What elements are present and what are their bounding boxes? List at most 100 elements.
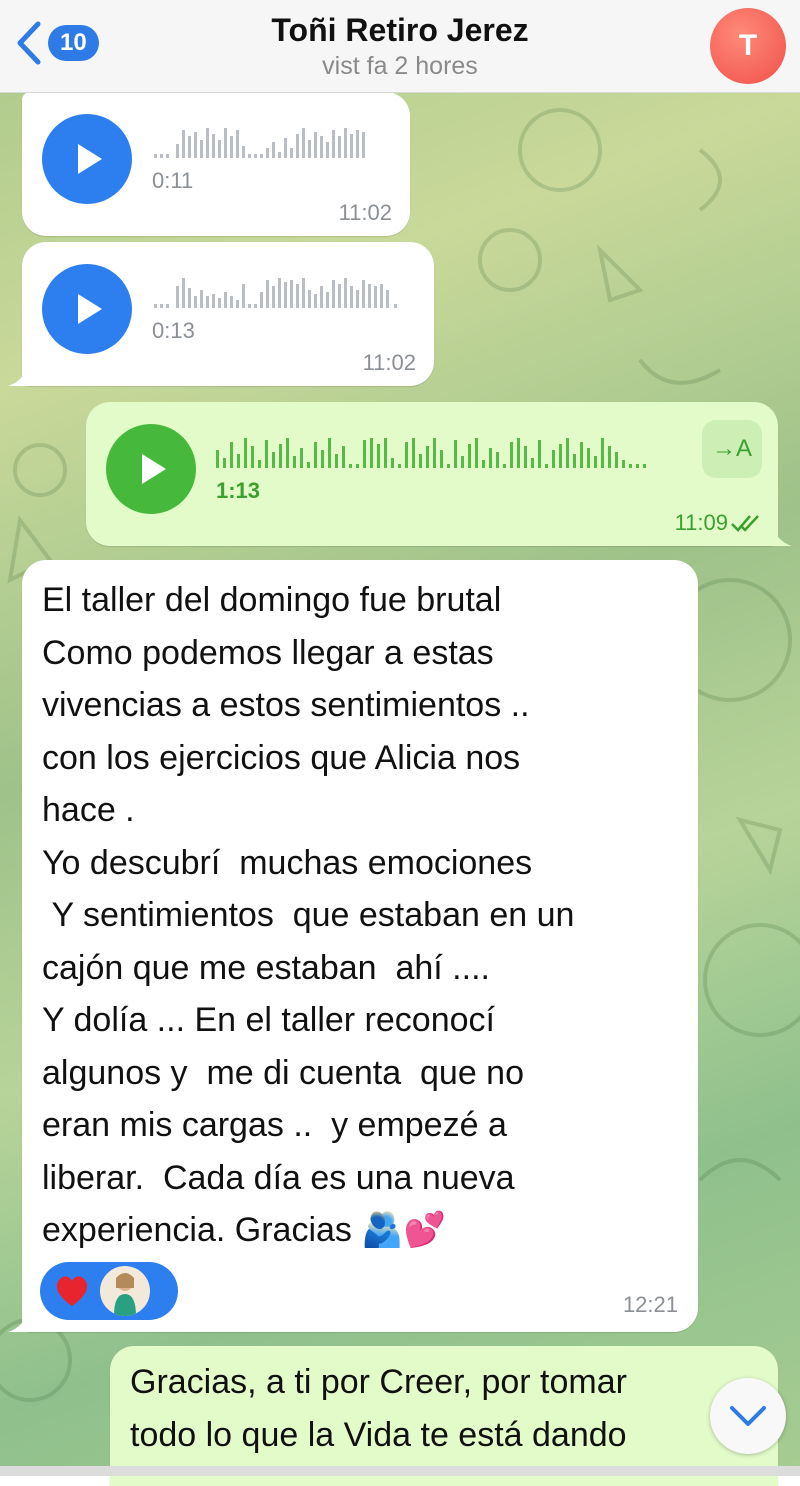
contact-avatar[interactable]: T [710,8,786,84]
waveform-bar [608,446,611,468]
waveform-bar [293,456,296,468]
message-time: 12:21 [622,1292,678,1317]
double-check-icon [731,515,759,532]
waveform-bar [468,444,471,468]
voice-waveform [216,438,646,468]
waveform-bar [461,456,464,468]
waveform-bar [419,454,422,468]
voice-message-incoming[interactable]: 0:11 11:02 [22,92,410,236]
waveform-bar [272,452,275,468]
input-bar-edge [0,1466,800,1476]
waveform-bar [587,448,590,468]
voice-waveform [154,128,365,158]
waveform-bar [433,438,436,468]
message-text: Gracias, a ti por Creer, por tomar todo … [130,1363,627,1454]
waveform-bar [503,464,506,468]
waveform-bar [496,452,499,468]
waveform-bar [258,460,261,468]
waveform-bar [629,464,632,468]
waveform-bar [489,448,492,468]
message-time-text: 11:09 [674,510,728,535]
waveform-bar [552,450,555,468]
waveform-bar [545,464,548,468]
waveform-bar [349,464,352,468]
waveform-bar [615,452,618,468]
waveform-bar [447,464,450,468]
message-time: 11:09 [675,510,764,536]
waveform-bar [377,444,380,468]
waveform-bar [342,446,345,468]
waveform-bar [636,464,639,468]
waveform-bar [300,448,303,468]
waveform-bar [370,438,373,468]
waveform-bar [391,458,394,468]
waveform-bar [573,454,576,468]
waveform-bar [314,442,317,468]
bubble-tail [8,364,30,386]
waveform-bar [622,460,625,468]
voice-duration: 0:13 [152,318,195,343]
waveform-bar [426,446,429,468]
chat-title[interactable]: Toñi Retiro Jerez [0,12,800,49]
text-message-outgoing[interactable]: Gracias, a ti por Creer, por tomar todo … [110,1346,778,1486]
play-button[interactable] [42,114,132,204]
waveform-bar [251,446,254,468]
waveform-bar [356,464,359,468]
waveform-bar [531,458,534,468]
waveform-bar [580,442,583,468]
waveform-bar [559,444,562,468]
message-reactions[interactable] [40,1262,178,1320]
waveform-bar [216,450,219,468]
waveform-bar [566,438,569,468]
text-message-incoming[interactable]: El taller del domingo fue brutal Como po… [8,560,698,1332]
waveform-bar [384,438,387,468]
play-button[interactable] [106,424,196,514]
voice-duration: 1:13 [216,478,261,503]
play-icon [78,294,102,324]
play-icon [142,454,166,484]
waveform-bar [230,442,233,468]
waveform-bar [335,454,338,468]
voice-duration: 0:11 [152,168,194,193]
waveform-bar [321,450,324,468]
message-text: El taller del domingo fue brutal Como po… [42,581,575,1249]
message-time: 11:02 [338,200,392,225]
waveform-bar [237,454,240,468]
chat-header: 10 Toñi Retiro Jerez vist fa 2 hores T [0,0,800,93]
waveform-bar [440,450,443,468]
chevron-down-icon [730,1406,766,1426]
waveform-bar [265,440,268,468]
waveform-bar [223,458,226,468]
waveform-bar [594,456,597,468]
transcribe-label: →A [711,435,752,462]
waveform-bar [412,438,415,468]
waveform-bar [398,464,401,468]
waveform-bar [286,438,289,468]
waveform-bar [454,440,457,468]
waveform-bar [643,464,646,468]
voice-message-incoming[interactable]: 0:13 11:02 [8,242,434,386]
play-button[interactable] [42,264,132,354]
last-seen-status: vist fa 2 hores [322,52,478,80]
waveform-bar [510,442,513,468]
scroll-to-bottom-button[interactable] [710,1378,786,1454]
waveform-bar [244,438,247,468]
waveform-bar [405,442,408,468]
waveform-bar [517,438,520,468]
message-time: 11:02 [362,350,416,375]
waveform-bar [475,438,478,468]
bubble-tail [8,1310,30,1332]
waveform-bar [538,440,541,468]
reaction-user-avatar [100,1266,150,1316]
waveform-bar [307,462,310,468]
waveform-bar [328,438,331,468]
waveform-bar [279,444,282,468]
play-icon [78,144,102,174]
waveform-bar [482,460,485,468]
red-heart-icon [56,1276,88,1306]
voice-message-outgoing[interactable]: 1:13 →A 11:09 [86,402,792,546]
waveform-bar [363,440,366,468]
transcribe-button[interactable]: →A [702,420,762,478]
bubble-tail [770,524,792,546]
waveform-bar [601,438,604,468]
